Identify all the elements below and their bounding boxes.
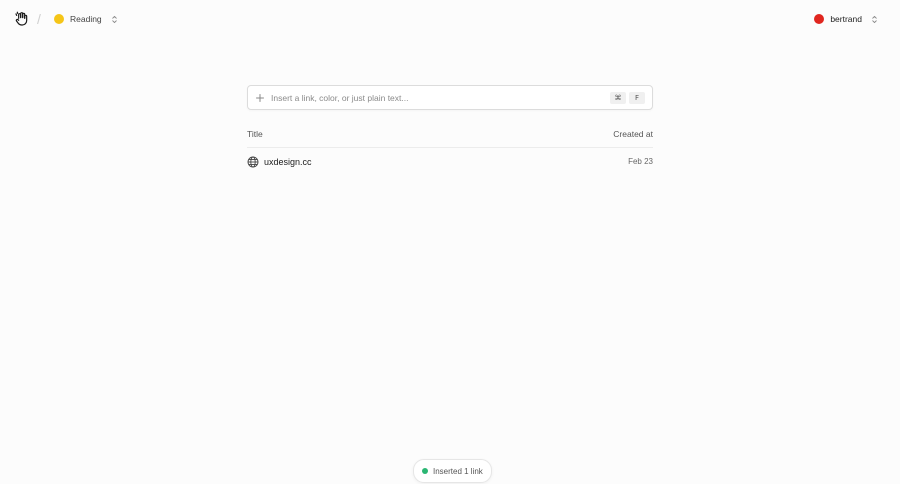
globe-icon: [247, 156, 259, 168]
hand-logo-icon[interactable]: [13, 10, 31, 28]
board-switcher[interactable]: Reading: [54, 9, 118, 29]
command-key-hint: ⌘: [610, 91, 626, 104]
chevron-up-down-icon: [111, 15, 118, 24]
table-header: Title Created at: [247, 127, 653, 148]
board-color-dot: [54, 14, 64, 24]
toast-message: Inserted 1 link: [433, 466, 483, 476]
user-name: bertrand: [830, 14, 862, 24]
chevron-up-down-icon: [871, 15, 878, 24]
row-title-cell: uxdesign.cc: [247, 156, 312, 168]
user-avatar-dot: [814, 14, 825, 24]
breadcrumb-separator: /: [37, 11, 41, 27]
app-page: / Reading bertrand Insert a link, color,…: [0, 0, 900, 484]
board-name: Reading: [70, 14, 102, 24]
search-bar[interactable]: ⌘ F: [247, 85, 653, 110]
row-title[interactable]: uxdesign.cc: [264, 157, 312, 167]
column-created-at: Created at: [613, 129, 653, 139]
table-row[interactable]: uxdesign.cc Feb 23: [247, 148, 653, 175]
f-key-hint: F: [629, 91, 645, 104]
main-content: ⌘ F Title Created at uxdesign.cc: [247, 85, 653, 175]
plus-icon: [255, 93, 265, 103]
success-status-dot: [422, 468, 428, 474]
toast-notification: Inserted 1 link: [413, 459, 492, 483]
insert-input[interactable]: [271, 87, 607, 108]
user-switcher[interactable]: bertrand: [814, 9, 878, 29]
column-title: Title: [247, 129, 263, 139]
row-created-at: Feb 23: [628, 157, 653, 166]
